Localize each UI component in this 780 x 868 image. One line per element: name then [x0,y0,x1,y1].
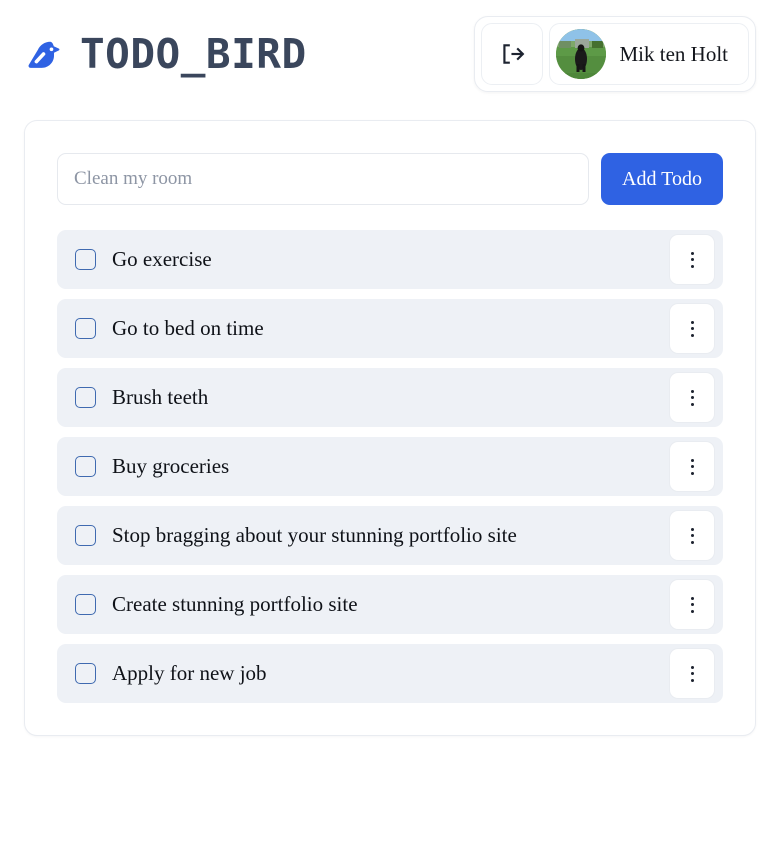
todo-row: Brush teeth [57,368,723,427]
todo-row: Stop bragging about your stunning portfo… [57,506,723,565]
kebab-menu-icon[interactable] [669,441,715,492]
menu-dot [690,665,694,669]
add-todo-button[interactable]: Add Todo [601,153,723,205]
menu-dot [690,603,694,606]
menu-dot [690,534,694,537]
todo-checkbox[interactable] [75,525,96,546]
menu-dot [690,251,694,255]
menu-dot [690,527,694,531]
todo-checkbox[interactable] [75,594,96,615]
menu-dot [690,389,694,393]
menu-dot [690,458,694,462]
brand: TODO_BIRD [24,33,307,75]
page-title: TODO_BIRD [80,29,307,78]
logout-button[interactable] [480,23,543,85]
menu-dot [690,402,694,406]
menu-dot [690,471,694,475]
menu-dot [690,609,694,613]
menu-dot [690,327,694,330]
user-name: Mik ten Holt [619,41,729,66]
menu-dot [690,320,694,324]
todo-checkbox[interactable] [75,663,96,684]
menu-dot [690,596,694,600]
menu-dot [690,540,694,544]
menu-dot [690,396,694,399]
kebab-menu-icon[interactable] [669,510,715,561]
todo-checkbox[interactable] [75,249,96,270]
app-root: TODO_BIRD Mik ten Holt Clean my room Add… [0,0,780,868]
todo-row: Go to bed on time [57,299,723,358]
todo-text: Buy groceries [112,453,230,478]
kebab-menu-icon[interactable] [669,372,715,423]
todo-row: Go exercise [57,230,723,289]
todo-text: Apply for new job [112,660,267,685]
menu-dot [690,672,694,675]
kebab-menu-icon[interactable] [669,579,715,630]
todo-checkbox[interactable] [75,456,96,477]
todo-checkbox[interactable] [75,387,96,408]
todo-text: Go to bed on time [112,315,264,340]
menu-dot [690,333,694,337]
bird-icon [24,33,66,75]
kebab-menu-icon[interactable] [669,303,715,354]
compose-row: Add Todo [57,153,723,205]
todo-text: Create stunning portfolio site [112,591,358,616]
todo-list: Go exercise Go to bed on time Brush teet… [57,230,723,703]
todo-text: Brush teeth [112,384,209,409]
todo-card: Add Todo Go exercise Go to bed on time [24,120,756,736]
todo-row: Create stunning portfolio site [57,575,723,634]
menu-dot [690,258,694,261]
logout-icon [499,41,525,67]
menu-dot [690,678,694,682]
avatar [555,29,606,79]
todo-text: Go exercise [112,246,212,271]
user-panel: Mik ten Holt [473,16,756,92]
app-header: TODO_BIRD Mik ten Holt [0,0,780,100]
user-chip[interactable]: Mik ten Holt [548,23,749,85]
menu-dot [690,465,694,468]
kebab-menu-icon[interactable] [669,234,715,285]
todo-row: Buy groceries [57,437,723,496]
todo-text: Stop bragging about your stunning portfo… [112,522,517,547]
todo-checkbox[interactable] [75,318,96,339]
todo-row: Apply for new job [57,644,723,703]
menu-dot [690,264,694,268]
kebab-menu-icon[interactable] [669,648,715,699]
new-todo-input[interactable] [57,153,589,205]
